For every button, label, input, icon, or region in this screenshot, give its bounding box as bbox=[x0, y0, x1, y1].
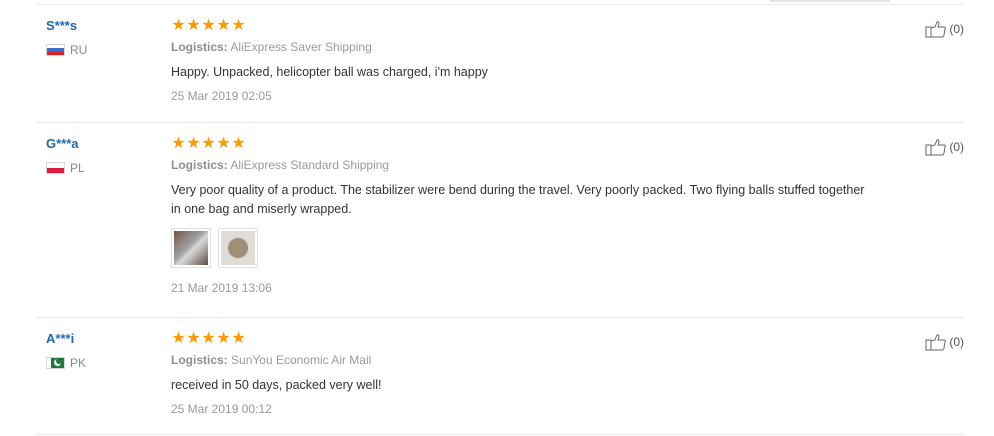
review-content: ★ ★ ★ ★ ★ Logistics: AliExpress Saver Shippi… bbox=[171, 18, 874, 104]
logistics-label: Logistics: bbox=[171, 353, 228, 367]
thumbs-up-icon bbox=[925, 334, 947, 351]
review-date: 25 Mar 2019 02:05 bbox=[171, 89, 272, 103]
star-rating: ★ ★ ★ ★ ★ bbox=[171, 330, 874, 347]
review-date: 25 Mar 2019 00:12 bbox=[171, 402, 272, 416]
star-icon: ★ bbox=[201, 17, 216, 34]
reviewer-country: PK bbox=[46, 355, 86, 371]
helpful-count: (0) bbox=[949, 140, 964, 154]
star-icon: ★ bbox=[171, 135, 186, 152]
logistics-label: Logistics: bbox=[171, 158, 228, 172]
reviewer-country: RU bbox=[46, 42, 87, 58]
review-item: A***i PK ★ ★ ★ ★ ★ Logistics: SunYou Economi… bbox=[36, 317, 964, 435]
thumbs-up-icon bbox=[925, 21, 947, 38]
review-date: 21 Mar 2019 13:06 bbox=[171, 281, 272, 295]
helpful-count: (0) bbox=[949, 335, 964, 349]
star-icon: ★ bbox=[201, 330, 216, 347]
star-rating: ★ ★ ★ ★ ★ bbox=[171, 17, 874, 34]
reviewer-info: G***a PL bbox=[46, 136, 85, 176]
review-text: Happy. Unpacked, helicopter ball was cha… bbox=[171, 65, 488, 79]
review-content: ★ ★ ★ ★ ★ Logistics: AliExpress Standard Shi… bbox=[171, 136, 874, 296]
star-icon: ★ bbox=[231, 17, 246, 34]
poland-flag-icon bbox=[46, 162, 65, 174]
logistics-method: AliExpress Standard Shipping bbox=[230, 158, 390, 172]
country-code: PK bbox=[70, 356, 87, 370]
star-icon: ★ bbox=[171, 17, 186, 34]
helpful-count: (0) bbox=[949, 22, 964, 36]
star-icon: ★ bbox=[216, 330, 231, 347]
reviewer-name[interactable]: A***i bbox=[46, 331, 86, 347]
helpful-button[interactable]: (0) bbox=[925, 20, 964, 38]
logistics-label: Logistics: bbox=[171, 40, 228, 54]
star-icon: ★ bbox=[186, 17, 201, 34]
review-photos bbox=[171, 228, 874, 268]
thumbs-up-icon bbox=[925, 139, 947, 156]
reviewer-name[interactable]: S***s bbox=[46, 18, 87, 34]
top-toolbar-edge bbox=[770, 0, 890, 2]
star-icon: ★ bbox=[171, 330, 186, 347]
logistics-method: AliExpress Saver Shipping bbox=[230, 40, 372, 54]
reviewer-info: S***s RU bbox=[46, 18, 87, 58]
review-photo-thumbnail[interactable] bbox=[171, 228, 211, 268]
star-icon: ★ bbox=[201, 135, 216, 152]
reviewer-name[interactable]: G***a bbox=[46, 136, 85, 152]
logistics-info: Logistics: SunYou Economic Air Mail bbox=[171, 352, 874, 368]
reviewer-info: A***i PK bbox=[46, 331, 86, 371]
review-text: Very poor quality of a product. The stab… bbox=[171, 183, 865, 216]
star-icon: ★ bbox=[186, 330, 201, 347]
country-code: PL bbox=[70, 161, 85, 175]
logistics-method: SunYou Economic Air Mail bbox=[231, 353, 372, 367]
star-rating: ★ ★ ★ ★ ★ bbox=[171, 135, 874, 152]
review-text: received in 50 days, packed very well! bbox=[171, 378, 382, 392]
star-icon: ★ bbox=[216, 17, 231, 34]
star-icon: ★ bbox=[186, 135, 201, 152]
star-icon: ★ bbox=[231, 135, 246, 152]
review-content: ★ ★ ★ ★ ★ Logistics: SunYou Economic Air Mai… bbox=[171, 331, 874, 417]
review-item: S***s RU ★ ★ ★ ★ ★ Logistics: AliExpress Sav… bbox=[36, 4, 964, 123]
russia-flag-icon bbox=[46, 44, 65, 56]
review-item: G***a PL ★ ★ ★ ★ ★ Logistics: AliExpress Sta… bbox=[36, 122, 964, 318]
country-code: RU bbox=[70, 43, 88, 57]
helpful-button[interactable]: (0) bbox=[925, 333, 964, 351]
reviewer-country: PL bbox=[46, 160, 85, 176]
star-icon: ★ bbox=[216, 135, 231, 152]
helpful-button[interactable]: (0) bbox=[925, 138, 964, 156]
logistics-info: Logistics: AliExpress Saver Shipping bbox=[171, 39, 874, 55]
pakistan-flag-icon bbox=[46, 357, 65, 369]
star-icon: ★ bbox=[231, 330, 246, 347]
logistics-info: Logistics: AliExpress Standard Shipping bbox=[171, 157, 874, 173]
review-photo-thumbnail[interactable] bbox=[218, 228, 258, 268]
